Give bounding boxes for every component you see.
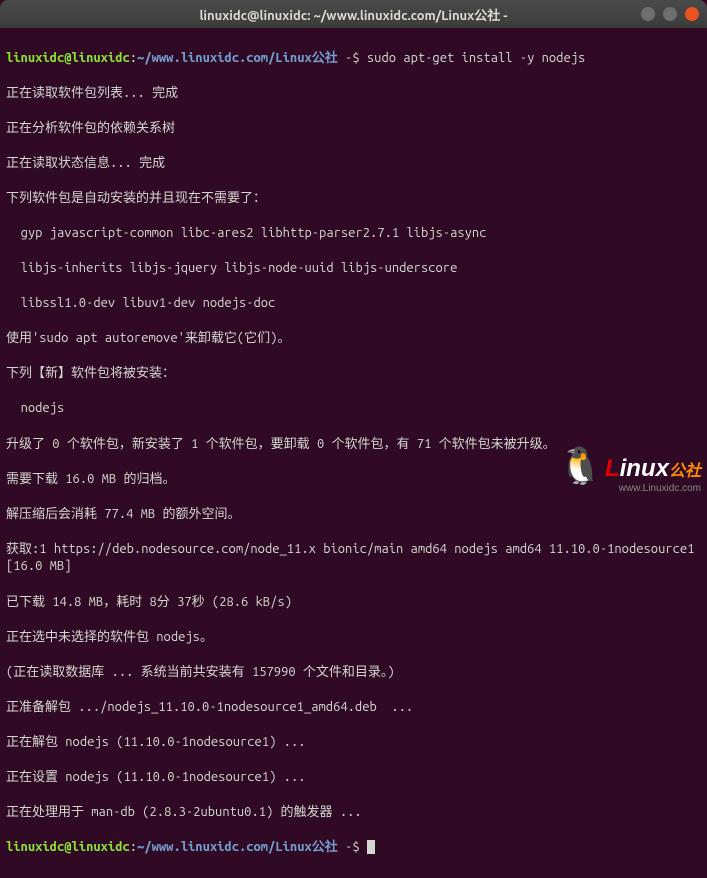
window-title: linuxidc@linuxidc: ~/www.linuxidc.com/Li… — [199, 5, 507, 24]
output-line: nodejs — [6, 400, 701, 418]
penguin-icon: 🐧 — [558, 447, 603, 483]
output-line: 正在读取软件包列表... 完成 — [6, 85, 701, 103]
prompt-line: linuxidc@linuxidc:~/www.linuxidc.com/Lin… — [6, 50, 701, 68]
minimize-icon[interactable] — [641, 7, 655, 21]
prompt-marker: -$ — [338, 51, 367, 65]
output-line: 下列【新】软件包将被安装： — [6, 365, 701, 383]
output-line: 正在读取状态信息... 完成 — [6, 155, 701, 173]
prompt-user: linuxidc@linuxidc — [6, 51, 130, 65]
prompt-sep: : — [130, 51, 137, 65]
output-line: 正在解包 nodejs (11.10.0-1nodesource1) ... — [6, 734, 701, 752]
output-line: 正准备解包 .../nodejs_11.10.0-1nodesource1_am… — [6, 699, 701, 717]
output-line: libssl1.0-dev libuv1-dev nodejs-doc — [6, 295, 701, 313]
output-line: 正在选中未选择的软件包 nodejs。 — [6, 629, 701, 647]
output-line: 获取:1 https://deb.nodesource.com/node_11.… — [6, 541, 701, 576]
cursor-icon — [367, 840, 375, 854]
watermark-url: www.Linuxidc.com — [619, 483, 701, 494]
prompt-user: linuxidc@linuxidc — [6, 840, 130, 854]
output-line: 解压缩后会消耗 77.4 MB 的额外空间。 — [6, 506, 701, 524]
output-line: 已下载 14.8 MB，耗时 8分 37秒 (28.6 kB/s) — [6, 594, 701, 612]
output-line: 正在处理用于 man-db (2.8.3-2ubuntu0.1) 的触发器 ..… — [6, 804, 701, 822]
window-controls — [641, 7, 699, 21]
prompt-sep: : — [130, 840, 137, 854]
watermark-logo: 🐧 Linux公社 www.Linuxidc.com — [558, 447, 701, 494]
output-line: 使用'sudo apt autoremove'来卸载它(它们)。 — [6, 330, 701, 348]
output-line: 正在分析软件包的依赖关系树 — [6, 120, 701, 138]
prompt-tilde: ~ — [137, 840, 144, 854]
close-icon[interactable] — [685, 7, 699, 21]
output-line: 正在设置 nodejs (11.10.0-1nodesource1) ... — [6, 769, 701, 787]
prompt-path: /www.linuxidc.com/Linux公社 — [144, 840, 337, 854]
command-text: sudo apt-get install -y nodejs — [367, 51, 585, 65]
output-line: gyp javascript-common libc-ares2 libhttp… — [6, 225, 701, 243]
window-titlebar: linuxidc@linuxidc: ~/www.linuxidc.com/Li… — [0, 0, 707, 28]
prompt-line: linuxidc@linuxidc:~/www.linuxidc.com/Lin… — [6, 839, 701, 857]
watermark-brand-row: 🐧 Linux公社 — [558, 447, 701, 483]
output-line: (正在读取数据库 ... 系统当前共安装有 157990 个文件和目录。) — [6, 664, 701, 682]
maximize-icon[interactable] — [663, 7, 677, 21]
prompt-marker: -$ — [338, 840, 367, 854]
output-line: 下列软件包是自动安装的并且现在不需要了： — [6, 190, 701, 208]
output-line: libjs-inherits libjs-jquery libjs-node-u… — [6, 260, 701, 278]
watermark-brand: Linux公社 — [605, 455, 701, 483]
prompt-path: /www.linuxidc.com/Linux公社 — [144, 51, 337, 65]
